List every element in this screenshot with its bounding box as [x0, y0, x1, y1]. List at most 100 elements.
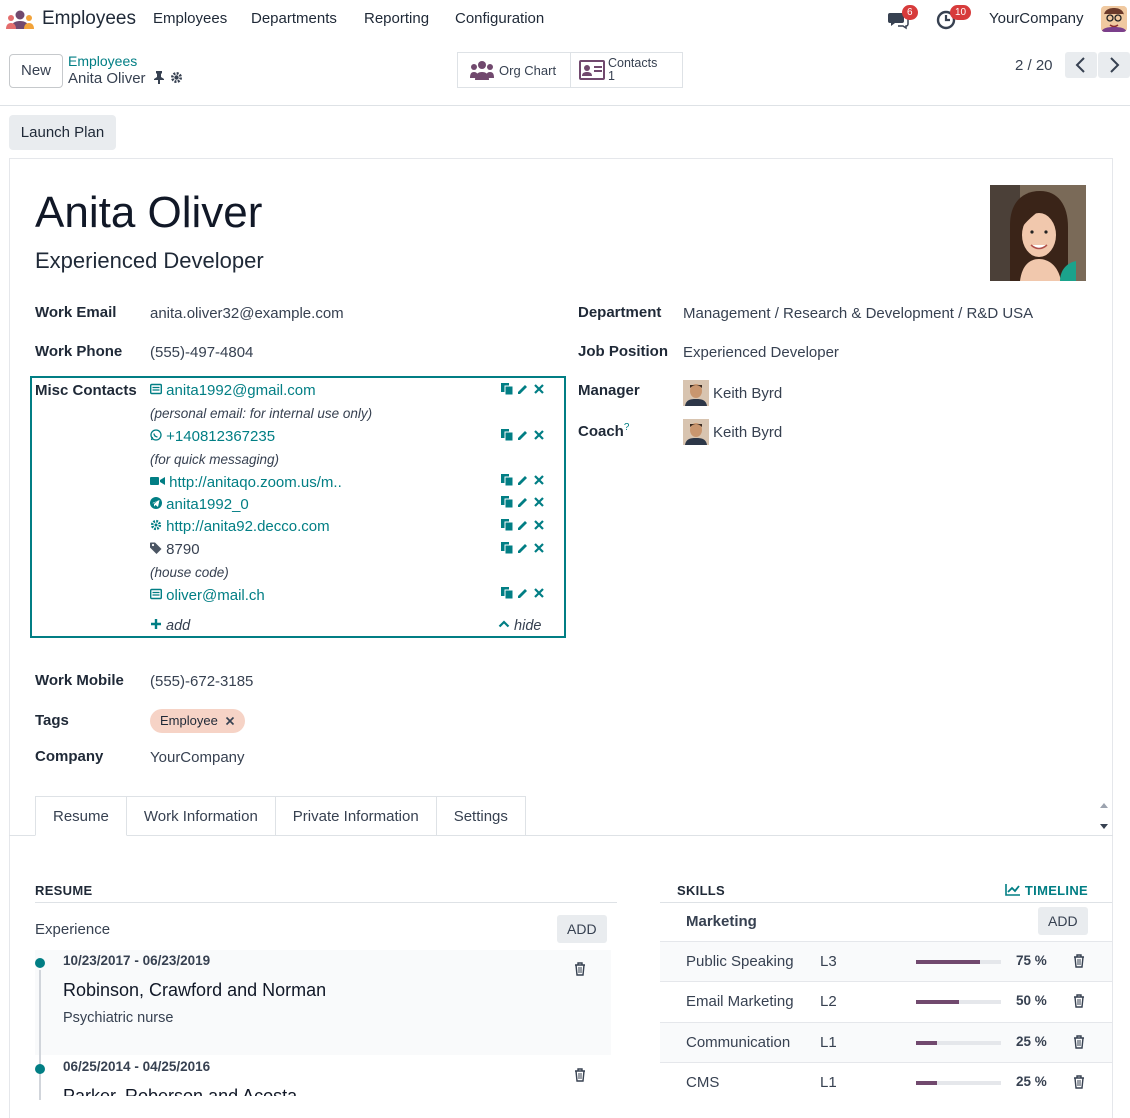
pin-icon[interactable]: [153, 71, 164, 84]
trash-icon[interactable]: [574, 962, 586, 976]
department-field[interactable]: Management / Research & Development / R&…: [683, 305, 1033, 322]
misc-contact-telegram-value[interactable]: anita1992_0: [166, 496, 249, 513]
timeline-dot: [35, 958, 45, 968]
tag-employee-label: Employee: [160, 713, 218, 728]
pencil-icon[interactable]: [517, 383, 529, 395]
misc-contact-tag[interactable]: 8790: [150, 541, 200, 558]
misc-contact-zoom-value[interactable]: http://anitaqo.zoom.us/m..: [169, 474, 342, 491]
pencil-icon[interactable]: [517, 519, 529, 531]
misc-hide-link[interactable]: hide: [498, 618, 541, 634]
pager-previous-button[interactable]: [1065, 52, 1097, 78]
skill-row[interactable]: CMS L1 25 %: [660, 1062, 1112, 1102]
new-button[interactable]: New: [9, 54, 63, 88]
trash-icon[interactable]: [574, 1068, 586, 1082]
skill-group-title: Marketing: [686, 913, 757, 930]
chevron-up-icon: [498, 620, 510, 628]
misc-add-link[interactable]: add: [150, 618, 190, 634]
skill-row[interactable]: Communication L1 25 %: [660, 1022, 1112, 1062]
pencil-icon[interactable]: [517, 496, 529, 508]
close-icon[interactable]: [533, 474, 545, 486]
misc-contact-whatsapp[interactable]: +140812367235: [150, 428, 275, 445]
misc-contact-email-2-value[interactable]: oliver@mail.ch: [166, 587, 265, 604]
chevron-right-icon: [1110, 57, 1120, 73]
timeline-button[interactable]: TIMELINE: [1005, 883, 1088, 898]
coach-field[interactable]: Keith Byrd: [683, 419, 782, 445]
pencil-icon[interactable]: [517, 429, 529, 441]
misc-contact-telegram[interactable]: anita1992_0: [150, 496, 249, 513]
gear-icon[interactable]: [170, 71, 183, 84]
tag-employee[interactable]: Employee: [150, 709, 246, 733]
close-icon[interactable]: [533, 587, 545, 599]
pager-next-button[interactable]: [1098, 52, 1130, 78]
breadcrumb-employees[interactable]: Employees: [68, 53, 137, 69]
misc-contact-website[interactable]: http://anita92.decco.com: [150, 518, 330, 535]
app-name[interactable]: Employees: [42, 8, 136, 30]
copy-icon[interactable]: [501, 519, 513, 531]
org-chart-button[interactable]: Org Chart: [457, 52, 571, 88]
contacts-count: 1: [608, 69, 615, 83]
add-skill-button[interactable]: ADD: [1038, 907, 1088, 935]
copy-icon[interactable]: [501, 496, 513, 508]
copy-icon[interactable]: [501, 474, 513, 486]
user-avatar[interactable]: [1101, 6, 1127, 32]
skills-heading: SKILLS: [677, 883, 726, 898]
resume-line-role: Psychiatric nurse: [63, 1010, 174, 1026]
menu-configuration[interactable]: Configuration: [455, 10, 544, 27]
close-icon[interactable]: [533, 542, 545, 554]
close-icon[interactable]: [533, 496, 545, 508]
menu-reporting[interactable]: Reporting: [364, 10, 429, 27]
company-switcher[interactable]: YourCompany: [989, 10, 1084, 27]
misc-contact-tag-value[interactable]: 8790: [166, 541, 199, 558]
add-experience-button[interactable]: ADD: [557, 915, 607, 943]
coach-help-tooltip[interactable]: ?: [624, 422, 630, 433]
launch-plan-button[interactable]: Launch Plan: [9, 115, 116, 150]
work-email-label: Work Email: [35, 304, 117, 321]
contacts-button[interactable]: Contacts 1: [570, 52, 683, 88]
trash-icon[interactable]: [1073, 1035, 1085, 1049]
misc-contact-email[interactable]: anita1992@gmail.com: [150, 382, 316, 399]
misc-row-actions: [501, 519, 545, 531]
work-phone-field[interactable]: (555)-497-4804: [150, 344, 253, 361]
menu-departments[interactable]: Departments: [251, 10, 337, 27]
tab-resume[interactable]: Resume: [35, 796, 127, 836]
company-field[interactable]: YourCompany: [150, 749, 245, 766]
timeline-dot: [35, 1064, 45, 1074]
tab-work-information[interactable]: Work Information: [126, 796, 276, 836]
pencil-icon[interactable]: [517, 474, 529, 486]
copy-icon[interactable]: [501, 383, 513, 395]
copy-icon[interactable]: [501, 429, 513, 441]
misc-contact-email-2[interactable]: oliver@mail.ch: [150, 587, 265, 604]
tag-remove-icon[interactable]: [225, 716, 235, 726]
work-mobile-field[interactable]: (555)-672-3185: [150, 673, 253, 690]
copy-icon[interactable]: [501, 587, 513, 599]
close-icon[interactable]: [533, 383, 545, 395]
tab-settings[interactable]: Settings: [436, 796, 526, 836]
employees-app-icon[interactable]: [6, 9, 34, 29]
manager-field[interactable]: Keith Byrd: [683, 380, 782, 406]
work-email-field[interactable]: anita.oliver32@example.com: [150, 305, 344, 322]
misc-contact-email-value[interactable]: anita1992@gmail.com: [166, 382, 315, 399]
close-icon[interactable]: [533, 519, 545, 531]
copy-icon[interactable]: [501, 542, 513, 554]
pencil-icon[interactable]: [517, 587, 529, 599]
misc-contact-whatsapp-value[interactable]: +140812367235: [166, 428, 275, 445]
employee-job-title[interactable]: Experienced Developer: [35, 248, 264, 274]
skill-name: CMS: [686, 1074, 720, 1091]
trash-icon[interactable]: [1073, 1075, 1085, 1089]
coach-label: Coach?: [578, 422, 629, 440]
close-icon[interactable]: [533, 429, 545, 441]
pager-value[interactable]: 2 / 20: [1015, 57, 1053, 74]
employee-photo[interactable]: [990, 185, 1086, 281]
tabs-scroll-arrows[interactable]: [1096, 798, 1112, 834]
misc-contact-zoom[interactable]: http://anitaqo.zoom.us/m..: [150, 474, 342, 491]
misc-contact-website-value[interactable]: http://anita92.decco.com: [166, 518, 329, 535]
menu-employees[interactable]: Employees: [153, 10, 227, 27]
job-position-field[interactable]: Experienced Developer: [683, 344, 839, 361]
skill-row[interactable]: Email Marketing L2 50 %: [660, 981, 1112, 1021]
tab-private-information[interactable]: Private Information: [275, 796, 437, 836]
trash-icon[interactable]: [1073, 954, 1085, 968]
trash-icon[interactable]: [1073, 994, 1085, 1008]
pencil-icon[interactable]: [517, 542, 529, 554]
skill-row[interactable]: Public Speaking L3 75 %: [660, 941, 1112, 981]
employee-name[interactable]: Anita Oliver: [35, 188, 262, 238]
